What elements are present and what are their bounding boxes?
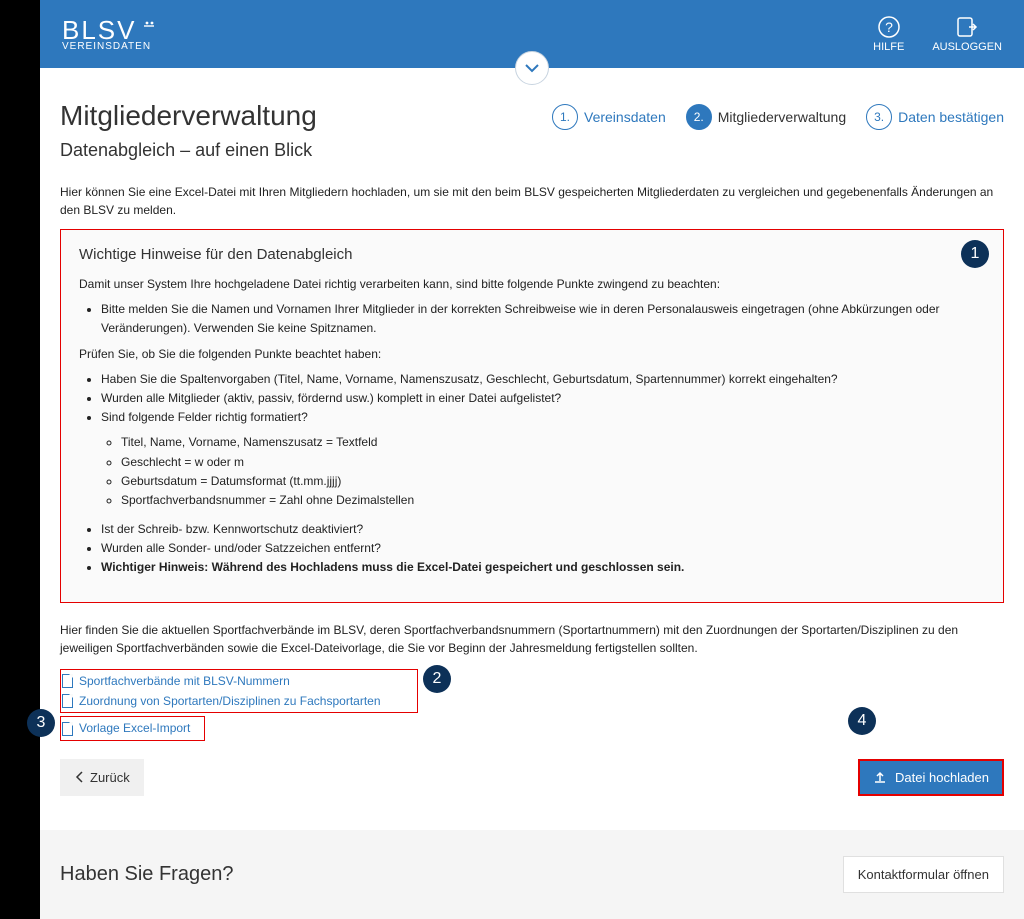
chevron-down-icon	[524, 63, 540, 73]
upload-button[interactable]: Datei hochladen	[858, 759, 1004, 796]
step-vereinsdaten[interactable]: 1. Vereinsdaten	[552, 104, 666, 130]
svg-text:?: ?	[885, 19, 893, 35]
footer-question-text: Haben Sie Fragen?	[60, 863, 233, 886]
info-p1: Damit unser System Ihre hochgeladene Dat…	[79, 275, 985, 294]
logout-button[interactable]: AUSLOGGEN	[932, 15, 1002, 53]
info-heading: Wichtige Hinweise für den Datenabgleich	[79, 246, 985, 263]
info-check-3c: Geburtsdatum = Datumsformat (tt.mm.jjjj)	[121, 472, 985, 491]
step-daten-bestaetigen[interactable]: 3. Daten bestätigen	[866, 104, 1004, 130]
back-button[interactable]: Zurück	[60, 759, 144, 796]
info-check-3b: Geschlecht = w oder m	[121, 453, 985, 472]
svg-text:BLSV: BLSV	[62, 17, 137, 43]
page-title: Mitgliederverwaltung	[60, 100, 317, 132]
footer-question: Haben Sie Fragen? Kontaktformular öffnen	[40, 830, 1024, 919]
info-p2: Prüfen Sie, ob Sie die folgenden Punkte …	[79, 345, 985, 364]
step-mitgliederverwaltung[interactable]: 2. Mitgliederverwaltung	[686, 104, 846, 130]
logo-subtitle: VEREINSDATEN	[62, 41, 157, 52]
info-check-4: Ist der Schreib- bzw. Kennwortschutz dea…	[101, 520, 985, 539]
help-icon: ?	[877, 15, 901, 39]
chevron-left-icon	[74, 770, 84, 784]
callout-4: 4	[848, 707, 876, 735]
links-group-1: Sportfachverbände mit BLSV-Nummern Zuord…	[60, 669, 418, 714]
pdf-icon	[62, 674, 73, 688]
stepper: 1. Vereinsdaten 2. Mitgliederverwaltung …	[552, 104, 1004, 130]
info-check-3a: Titel, Name, Vorname, Namenszusatz = Tex…	[121, 433, 985, 452]
info-check-3d: Sportfachverbandsnummer = Zahl ohne Dezi…	[121, 491, 985, 510]
info-check-3: Sind folgende Felder richtig formatiert?…	[101, 408, 985, 510]
upload-icon	[873, 770, 887, 784]
link-zuordnung[interactable]: Zuordnung von Sportarten/Disziplinen zu …	[62, 691, 381, 711]
blsv-logo-svg: BLSV	[62, 17, 157, 43]
intro-text: Hier können Sie eine Excel-Datei mit Ihr…	[60, 183, 1004, 219]
info-check-2: Wurden alle Mitglieder (aktiv, passiv, f…	[101, 389, 985, 408]
page-subtitle: Datenabgleich – auf einen Blick	[60, 140, 1004, 161]
links-group-2: Vorlage Excel-Import	[60, 716, 205, 740]
info-check-5: Wurden alle Sonder- und/oder Satzzeichen…	[101, 539, 985, 558]
top-bar: BLSV VEREINSDATEN ? HILFE AUSLOGGEN	[40, 0, 1024, 68]
info-check-6: Wichtiger Hinweis: Während des Hochladen…	[101, 558, 985, 577]
callout-3: 3	[27, 709, 55, 737]
link-vorlage-excel[interactable]: Vorlage Excel-Import	[62, 718, 190, 738]
info-bullet-names: Bitte melden Sie die Namen und Vornamen …	[101, 300, 985, 338]
callout-2: 2	[423, 665, 451, 693]
contact-form-button[interactable]: Kontaktformular öffnen	[843, 856, 1004, 893]
info-check-1: Haben Sie die Spaltenvorgaben (Titel, Na…	[101, 370, 985, 389]
expand-button[interactable]	[515, 51, 549, 85]
pdf-icon	[62, 694, 73, 708]
help-button[interactable]: ? HILFE	[873, 15, 904, 53]
info-box: 1 Wichtige Hinweise für den Datenabgleic…	[60, 229, 1004, 603]
below-text: Hier finden Sie die aktuellen Sportfachv…	[60, 621, 1004, 657]
callout-1: 1	[961, 240, 989, 268]
link-sportfachverbaende[interactable]: Sportfachverbände mit BLSV-Nummern	[62, 671, 381, 691]
logo: BLSV VEREINSDATEN	[62, 17, 157, 52]
pdf-icon	[62, 722, 73, 736]
logout-icon	[955, 15, 979, 39]
